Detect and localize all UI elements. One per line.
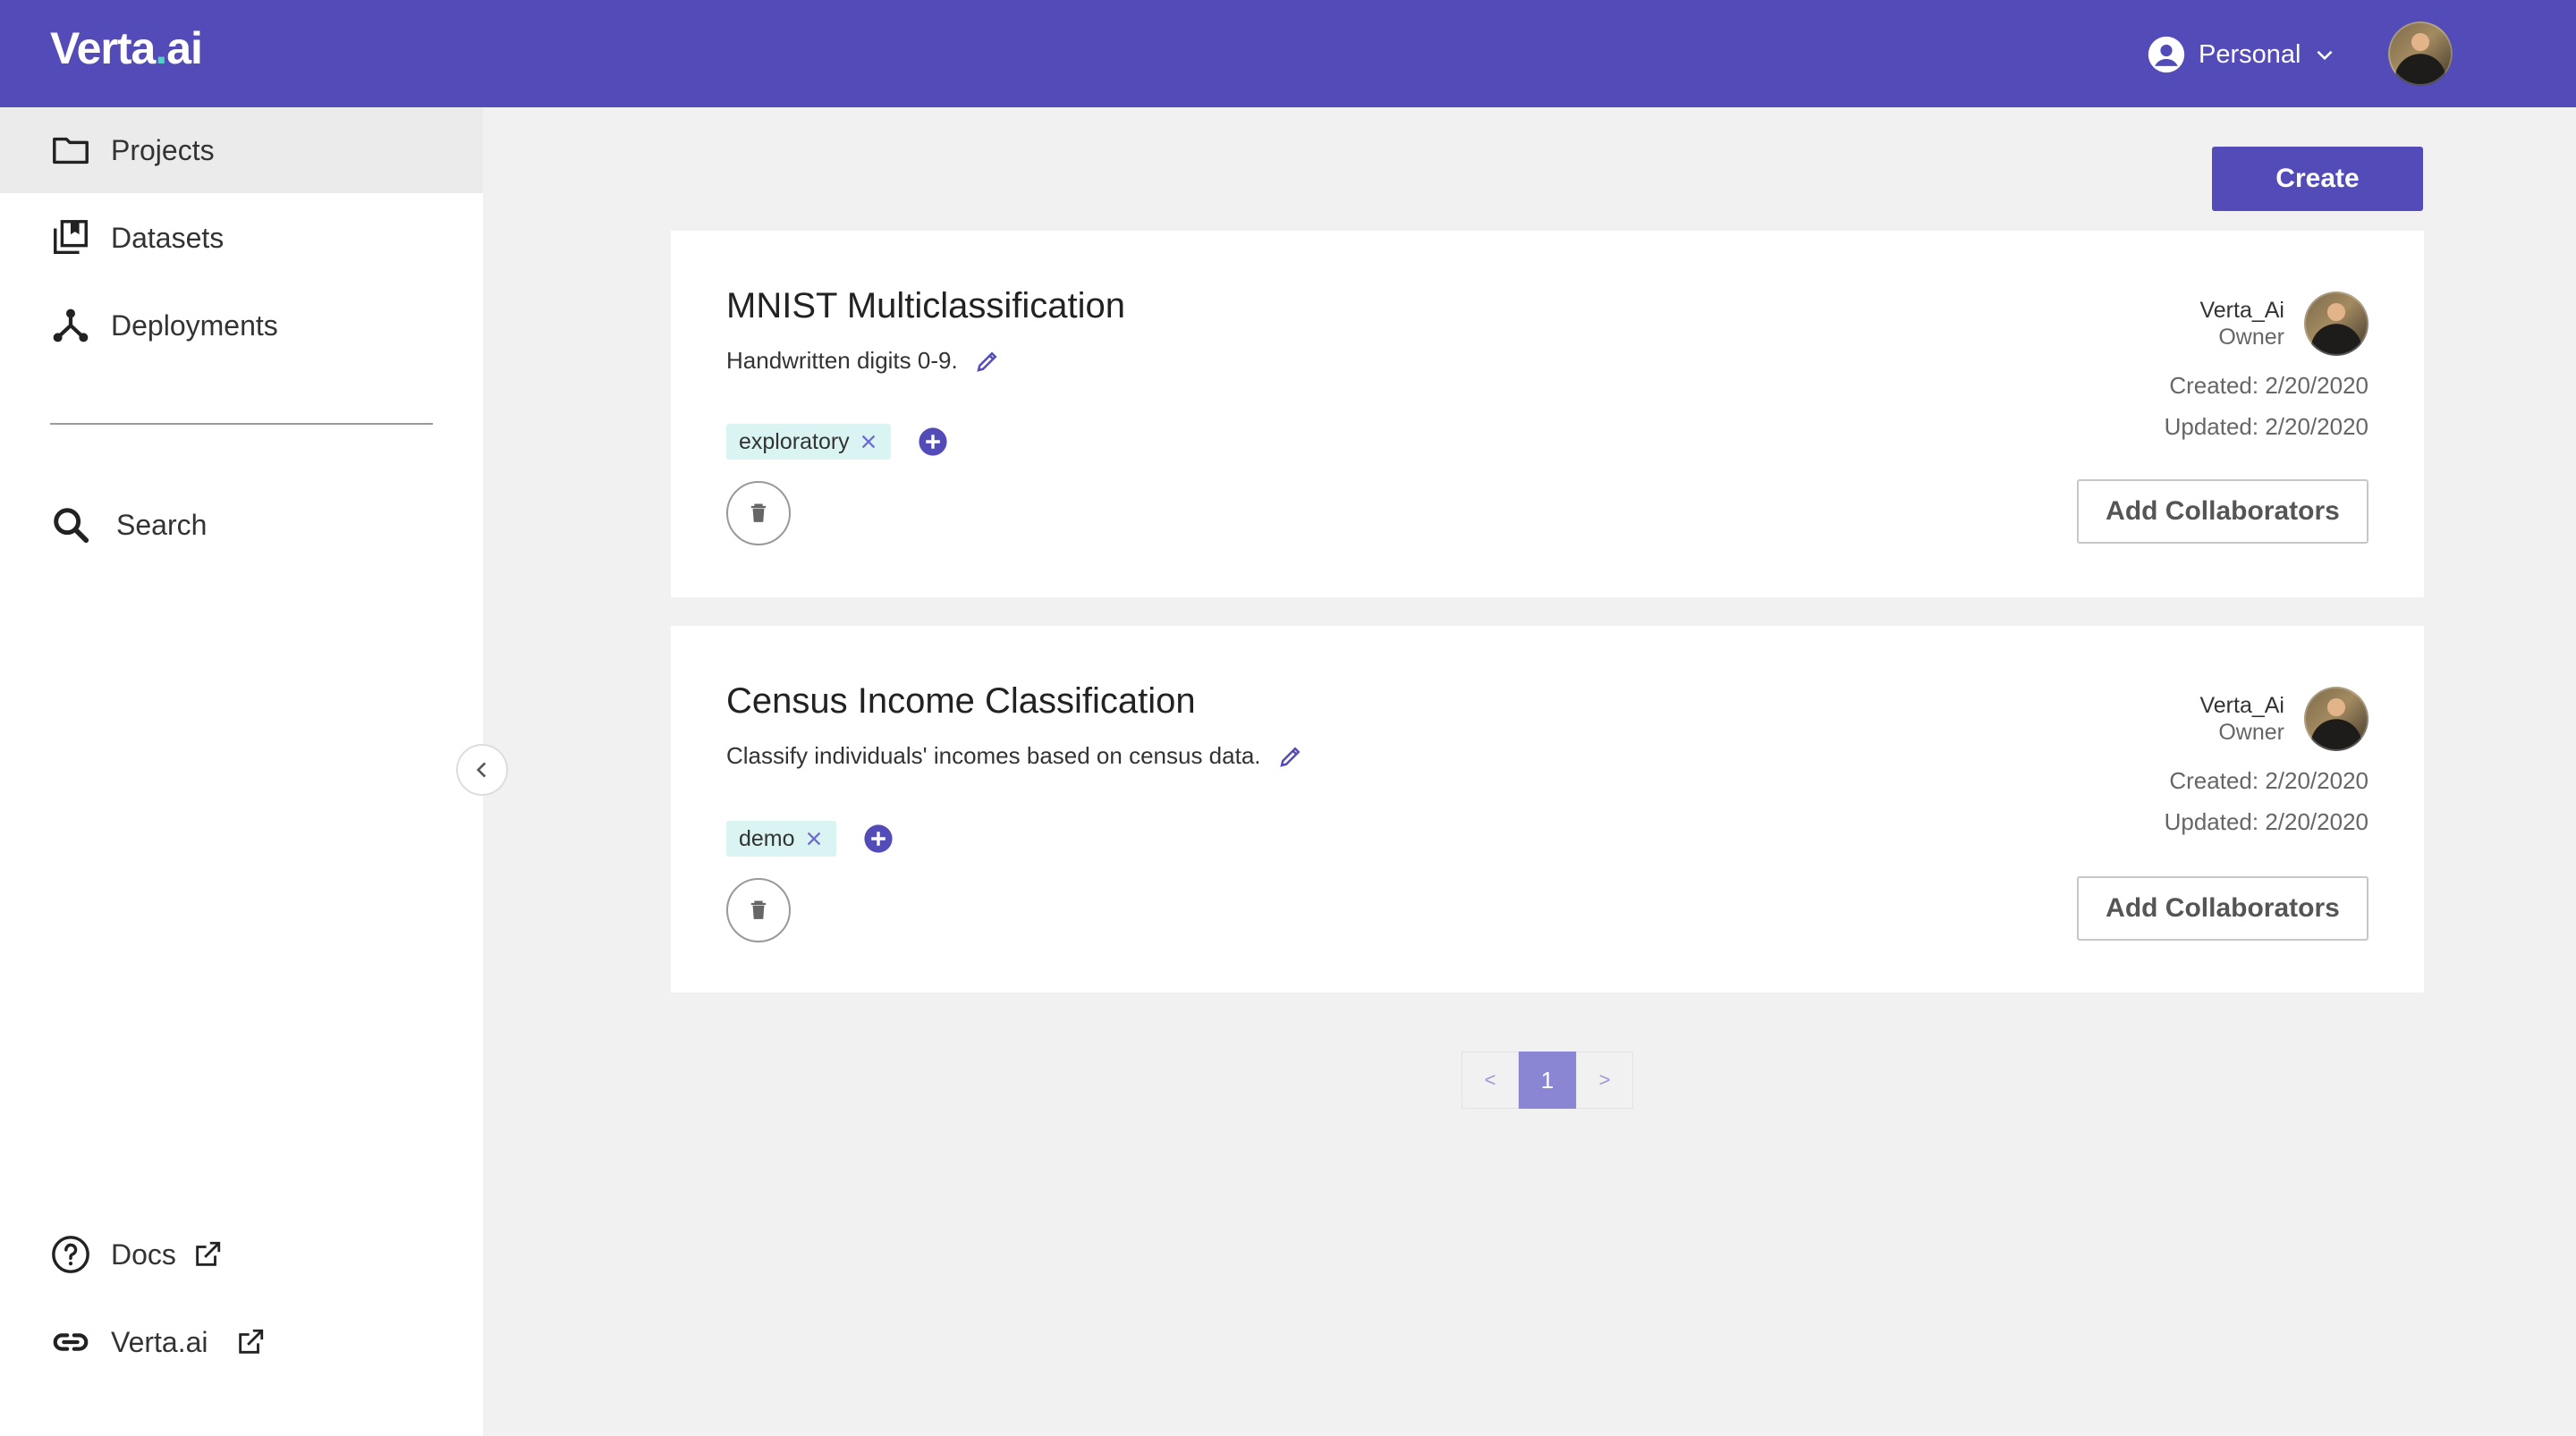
folder-icon	[53, 137, 89, 165]
sidebar-divider	[50, 423, 433, 425]
add-collaborators-button[interactable]: Add Collaborators	[2077, 876, 2368, 941]
project-title[interactable]: MNIST Multiclassification	[726, 286, 1125, 326]
project-card: MNIST Multiclassification Handwritten di…	[671, 231, 2424, 597]
external-link-icon	[196, 1241, 221, 1266]
search-icon	[54, 508, 89, 544]
owner-avatar	[2304, 687, 2368, 751]
link-icon	[53, 1333, 89, 1351]
sidebar-item-datasets[interactable]: Datasets	[0, 195, 483, 281]
user-avatar[interactable]	[2388, 21, 2453, 86]
add-tag-icon[interactable]	[918, 427, 948, 457]
sidebar: Projects Datasets Deployments Search Doc…	[0, 107, 483, 1436]
trash-icon	[750, 503, 767, 522]
create-button[interactable]: Create	[2212, 147, 2423, 211]
project-description: Handwritten digits 0-9.	[726, 347, 1001, 375]
next-page-button[interactable]: >	[1576, 1052, 1633, 1109]
user-circle-icon	[2148, 36, 2185, 73]
chevron-down-icon	[2317, 50, 2333, 61]
external-link-icon	[238, 1329, 263, 1354]
workspace-label: Personal	[2199, 39, 2301, 69]
sidebar-item-deployments[interactable]: Deployments	[0, 283, 483, 368]
updated-date: Updated: 2/20/2020	[2164, 808, 2368, 835]
owner-role: Owner	[2218, 325, 2284, 350]
deployments-icon	[53, 308, 89, 342]
page-1-button[interactable]: 1	[1519, 1052, 1576, 1109]
sidebar-item-search[interactable]: Search	[0, 482, 483, 568]
project-card: Census Income Classification Classify in…	[671, 626, 2424, 993]
owner-avatar	[2304, 291, 2368, 356]
help-circle-icon	[52, 1236, 89, 1273]
trash-icon	[750, 900, 767, 919]
sidebar-item-verta-ai[interactable]: Verta.ai	[0, 1299, 483, 1385]
tag-chip[interactable]: demo	[726, 821, 836, 857]
owner-info: Verta_Ai Owner	[2199, 687, 2368, 751]
owner-info: Verta_Ai Owner	[2199, 291, 2368, 356]
edit-pencil-icon[interactable]	[974, 348, 1001, 375]
project-description: Classify individuals' incomes based on c…	[726, 742, 1304, 770]
tag-list: exploratory	[726, 424, 948, 460]
project-title[interactable]: Census Income Classification	[726, 681, 1196, 722]
delete-project-button[interactable]	[726, 481, 791, 545]
sidebar-item-docs[interactable]: Docs	[0, 1212, 483, 1297]
verta-logo[interactable]: Verta.ai	[50, 21, 203, 75]
collapse-sidebar-button[interactable]	[456, 744, 508, 796]
top-header: Verta.ai Personal	[0, 0, 2576, 107]
owner-name: Verta_Ai	[2199, 298, 2284, 323]
close-icon[interactable]	[859, 432, 878, 452]
prev-page-button[interactable]: <	[1462, 1052, 1519, 1109]
pagination: < 1 >	[1462, 1052, 1633, 1109]
workspace-selector[interactable]: Personal	[2147, 32, 2336, 77]
add-collaborators-button[interactable]: Add Collaborators	[2077, 479, 2368, 544]
created-date: Created: 2/20/2020	[2169, 767, 2368, 794]
owner-role: Owner	[2218, 720, 2284, 745]
datasets-icon	[54, 220, 88, 255]
sidebar-item-projects[interactable]: Projects	[0, 107, 483, 193]
owner-name: Verta_Ai	[2199, 693, 2284, 718]
delete-project-button[interactable]	[726, 878, 791, 942]
tag-list: demo	[726, 821, 894, 857]
created-date: Created: 2/20/2020	[2169, 372, 2368, 399]
updated-date: Updated: 2/20/2020	[2164, 413, 2368, 440]
close-icon[interactable]	[804, 829, 824, 849]
chevron-left-icon	[476, 762, 487, 778]
tag-chip[interactable]: exploratory	[726, 424, 891, 460]
add-tag-icon[interactable]	[863, 824, 894, 854]
edit-pencil-icon[interactable]	[1277, 743, 1304, 770]
